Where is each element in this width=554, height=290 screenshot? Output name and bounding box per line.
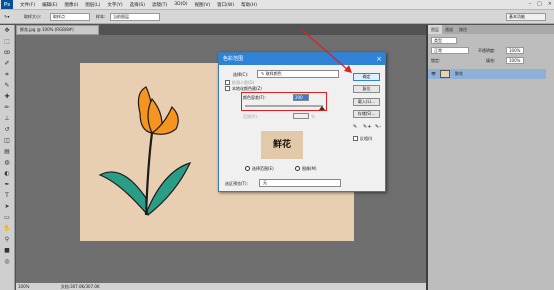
healing-tool-icon[interactable]: ✚: [2, 92, 12, 102]
color-range-dialog: 色彩范围 × 选择(C): ✎ 取样颜色 检测人脸(D) 本地化颜色簇(Z) 颜…: [218, 52, 386, 192]
eyedropper-icon[interactable]: ✎: [353, 124, 357, 130]
document-tab[interactable]: 鲜花.jpg @ 100% (RGB/8#): [16, 25, 99, 35]
move-tool-icon[interactable]: ✥: [2, 26, 12, 36]
blur-tool-icon[interactable]: ◍: [2, 158, 12, 168]
menu-image[interactable]: 图像(I): [64, 2, 78, 8]
maximize-button[interactable]: □: [537, 1, 542, 7]
opacity-label: 不透明度:: [478, 48, 496, 53]
stamp-tool-icon[interactable]: ⊥: [2, 114, 12, 124]
menu-type[interactable]: 文字(Y): [107, 2, 122, 8]
fill-input[interactable]: 100%: [506, 57, 524, 64]
image-radio[interactable]: [295, 166, 300, 171]
range-unit: %: [311, 114, 315, 119]
type-tool-icon[interactable]: T: [2, 191, 12, 201]
menu-select[interactable]: 选择(S): [130, 2, 145, 8]
tab-paths[interactable]: 路径: [456, 25, 470, 34]
zoom-tool-icon[interactable]: ⚲: [2, 235, 12, 245]
dialog-close-icon[interactable]: ×: [376, 53, 382, 65]
eyedropper-tool-icon[interactable]: ✎: [2, 81, 12, 91]
marquee-tool-icon[interactable]: ⬚: [2, 37, 12, 47]
tab-channels[interactable]: 通道: [442, 25, 456, 34]
tools-panel: ✥ ⬚ ꝏ ✐ ⌗ ✎ ✚ ✏ ⊥ ↺ ◫ ▤ ◍ ◐ ✒ T ➤ ▭ ✋ ⚲ …: [0, 25, 15, 290]
sample-select[interactable]: 当前图层: [110, 13, 160, 21]
layer-thumbnail: [440, 70, 450, 78]
tab-layers[interactable]: 图层: [428, 25, 442, 34]
blend-mode-select[interactable]: 正常: [431, 47, 469, 54]
layer-kind-filter[interactable]: 类型: [431, 37, 457, 44]
dialog-title: 色彩范围: [219, 53, 385, 65]
eraser-tool-icon[interactable]: ◫: [2, 136, 12, 146]
history-brush-icon[interactable]: ↺: [2, 125, 12, 135]
selection-preview-label: 选区预览(T):: [225, 181, 248, 186]
menu-filter[interactable]: 滤镜(T): [152, 2, 167, 8]
layer-name: 鲜花: [455, 71, 463, 76]
path-select-tool-icon[interactable]: ➤: [2, 202, 12, 212]
range-input[interactable]: [293, 113, 309, 119]
lasso-tool-icon[interactable]: ꝏ: [2, 48, 12, 58]
load-button[interactable]: 载入(L)...: [353, 98, 380, 106]
selection-radio-label: 选择范围(E): [252, 166, 274, 171]
opacity-input[interactable]: 100%: [506, 47, 524, 54]
hand-tool-icon[interactable]: ✋: [2, 224, 12, 234]
eyedropper-small-icon: ✎: [261, 71, 265, 76]
document-info: 文档:307.0K/307.0K: [60, 284, 100, 289]
eyedropper-plus-icon[interactable]: ✎+: [363, 124, 371, 130]
color-swatches-icon[interactable]: ■: [2, 246, 12, 256]
menu-3d[interactable]: 3D(D): [174, 2, 187, 7]
window-controls: – □ ×: [529, 1, 552, 7]
fuzziness-slider-thumb[interactable]: [319, 106, 325, 110]
detect-faces-checkbox[interactable]: [225, 80, 230, 85]
pen-tool-icon[interactable]: ✒: [2, 180, 12, 190]
menu-edit[interactable]: 编辑(E): [42, 2, 57, 8]
menu-layer[interactable]: 图层(L): [85, 2, 100, 8]
menu-view[interactable]: 视图(V): [195, 2, 211, 8]
minimize-button[interactable]: –: [529, 1, 532, 7]
fuzziness-input[interactable]: 200: [293, 94, 309, 101]
lock-label: 锁定:: [431, 58, 441, 63]
zoom-level[interactable]: 100%: [18, 284, 29, 289]
dodge-tool-icon[interactable]: ◐: [2, 169, 12, 179]
localized-clusters-checkbox[interactable]: [225, 86, 230, 91]
layers-panel: 图层 通道 路径 类型 正常 不透明度: 100% 锁定: 填充: 100% 👁…: [428, 25, 554, 290]
gradient-tool-icon[interactable]: ▤: [2, 147, 12, 157]
select-value: 取样颜色: [265, 71, 282, 76]
shape-tool-icon[interactable]: ▭: [2, 213, 12, 223]
invert-checkbox[interactable]: [353, 136, 358, 141]
eye-icon[interactable]: 👁: [431, 71, 436, 76]
crop-tool-icon[interactable]: ⌗: [2, 70, 12, 80]
sample-size-label: 取样大小:: [24, 14, 42, 19]
fuzziness-slider-track[interactable]: [245, 105, 323, 107]
eyedropper-minus-icon[interactable]: ✎-: [375, 124, 381, 130]
quick-mask-icon[interactable]: ◎: [2, 257, 12, 267]
ok-button[interactable]: 确定: [353, 73, 380, 81]
reset-button[interactable]: 复位: [353, 85, 380, 93]
brush-tool-icon[interactable]: ✏: [2, 103, 12, 113]
workspace-select[interactable]: 基本功能: [506, 13, 546, 21]
layer-row[interactable]: 👁 鲜花: [428, 69, 546, 79]
sample-size-select[interactable]: 取样点: [50, 13, 90, 21]
select-label: 选择(C):: [233, 72, 249, 77]
menu-file[interactable]: 文件(F): [20, 2, 35, 8]
menu-help[interactable]: 帮助(H): [241, 2, 257, 8]
image-radio-label: 图像(M): [302, 166, 317, 171]
save-button[interactable]: 存储(S)...: [353, 110, 380, 118]
sample-label: 样本:: [96, 14, 106, 19]
close-button[interactable]: ×: [548, 1, 552, 7]
quick-select-tool-icon[interactable]: ✐: [2, 59, 12, 69]
panel-tabs: 图层 通道 路径: [428, 25, 554, 34]
fill-label: 填充:: [486, 58, 496, 63]
menu-bar: Ps 文件(F) 编辑(E) 图像(I) 图层(L) 文字(Y) 选择(S) 滤…: [0, 0, 554, 10]
status-bar: 100% 文档:307.0K/307.0K: [16, 283, 426, 290]
selection-radio[interactable]: [245, 166, 250, 171]
selection-preview-select[interactable]: 无: [259, 179, 341, 187]
eyedropper-icon[interactable]: ✎▾: [4, 14, 9, 19]
fuzziness-label: 颜色容差(F):: [243, 95, 266, 100]
range-label: 范围(R):: [243, 114, 259, 119]
menu-window[interactable]: 窗口(W): [217, 2, 234, 8]
invert-label: 反相(I): [360, 136, 373, 141]
photoshop-logo: Ps: [1, 0, 13, 9]
select-dropdown[interactable]: ✎ 取样颜色: [257, 70, 339, 78]
selection-preview: 鲜花: [261, 131, 303, 159]
options-bar: ✎▾ 取样大小: 取样点 样本: 当前图层 基本功能: [0, 10, 554, 24]
